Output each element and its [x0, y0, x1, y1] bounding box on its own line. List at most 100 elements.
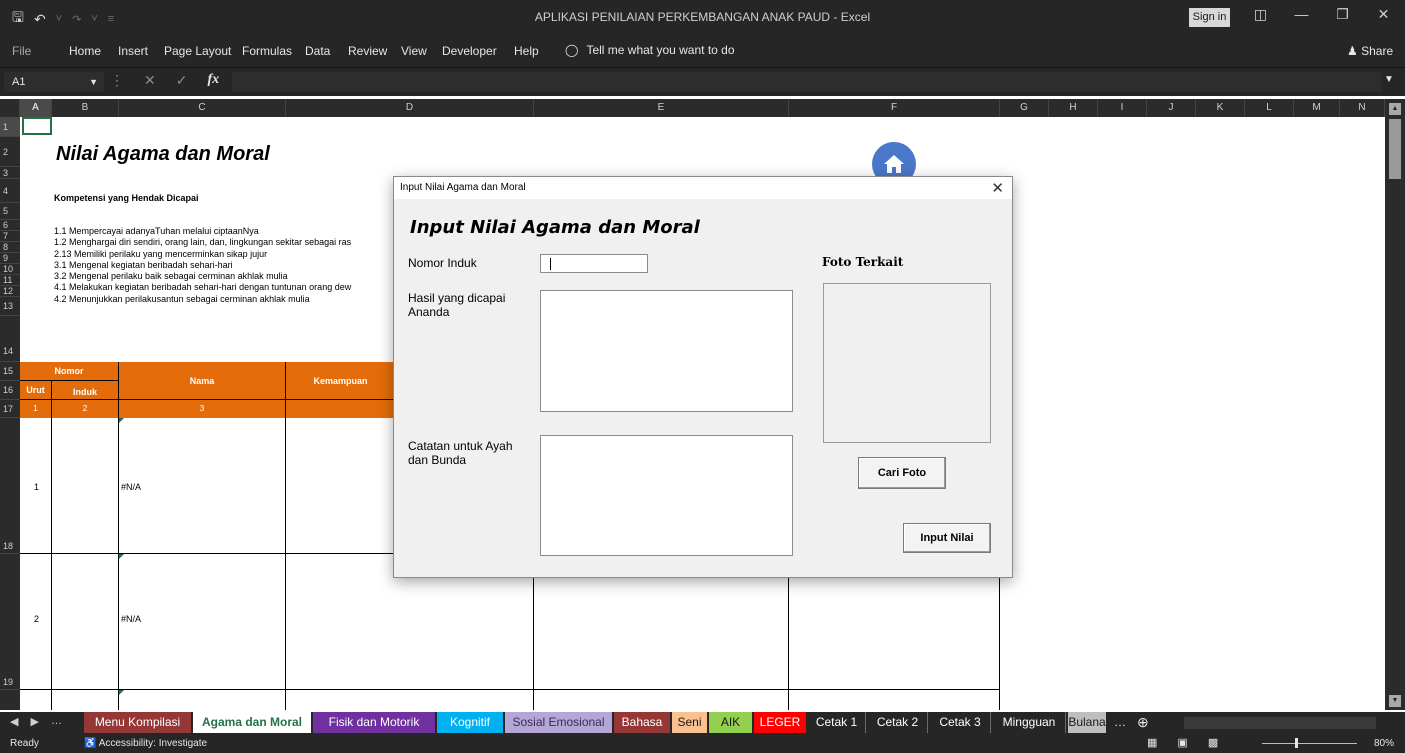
- tab-formulas[interactable]: Formulas: [242, 44, 292, 58]
- table-cell-urut[interactable]: [20, 690, 52, 710]
- column-header[interactable]: B: [52, 99, 119, 117]
- accessibility-status[interactable]: ♿ Accessibility: Investigate: [84, 738, 207, 749]
- column-header[interactable]: G: [1000, 99, 1049, 117]
- table-cell[interactable]: [534, 690, 789, 710]
- table-cell[interactable]: [286, 690, 534, 710]
- zoom-level[interactable]: 80%: [1374, 738, 1394, 749]
- column-header[interactable]: M: [1294, 99, 1340, 117]
- dialog-close-icon[interactable]: ✕: [991, 179, 1004, 197]
- table-cell-induk[interactable]: [52, 690, 119, 710]
- horizontal-scrollbar[interactable]: [1184, 717, 1376, 729]
- hasil-textarea[interactable]: [540, 290, 793, 412]
- more-tabs-icon[interactable]: …: [1108, 712, 1132, 733]
- tab-review[interactable]: Review: [348, 44, 387, 58]
- column-header[interactable]: J: [1147, 99, 1196, 117]
- sheet-tab[interactable]: Fisik dan Motorik: [313, 712, 435, 733]
- column-header[interactable]: D: [286, 99, 534, 117]
- row-header[interactable]: 10: [0, 264, 20, 275]
- close-icon[interactable]: ✕: [1363, 6, 1404, 23]
- page-break-view-icon[interactable]: ▩: [1208, 736, 1218, 749]
- row-header[interactable]: 11: [0, 275, 20, 286]
- select-all-corner[interactable]: [0, 99, 20, 117]
- column-header[interactable]: C: [119, 99, 286, 117]
- row-header[interactable]: 15: [0, 362, 20, 381]
- more-sheets-icon[interactable]: …: [51, 715, 62, 728]
- tab-page-layout[interactable]: Page Layout: [164, 44, 231, 58]
- scroll-down-icon[interactable]: ▼: [1389, 695, 1401, 707]
- table-cell-induk[interactable]: [52, 554, 119, 690]
- ribbon-display-icon[interactable]: ◫: [1240, 6, 1281, 23]
- sheet-tab[interactable]: Kognitif: [437, 712, 503, 733]
- sheet-tab[interactable]: AIK: [709, 712, 752, 733]
- next-sheet-icon[interactable]: ▶: [30, 715, 38, 728]
- table-cell-induk[interactable]: [52, 418, 119, 554]
- page-layout-view-icon[interactable]: ▣: [1177, 736, 1187, 749]
- row-header[interactable]: 3: [0, 167, 20, 179]
- sheet-tab[interactable]: Agama dan Moral: [193, 712, 311, 733]
- sheet-tab[interactable]: Bulana: [1068, 712, 1106, 733]
- name-box[interactable]: A1 ▼: [4, 72, 104, 92]
- nomor-induk-field[interactable]: [540, 254, 648, 273]
- sheet-tab[interactable]: Cetak 3: [930, 712, 991, 733]
- row-header[interactable]: 17: [0, 400, 20, 418]
- row-header[interactable]: 9: [0, 253, 20, 264]
- minimize-icon[interactable]: —: [1281, 6, 1322, 23]
- tab-insert[interactable]: Insert: [118, 44, 148, 58]
- row-header[interactable]: 5: [0, 203, 20, 220]
- sheet-tab[interactable]: Seni: [672, 712, 707, 733]
- tab-home[interactable]: Home: [69, 44, 101, 58]
- catatan-textarea[interactable]: [540, 435, 793, 556]
- sheet-tab[interactable]: Bahasa: [614, 712, 670, 733]
- column-header[interactable]: F: [789, 99, 1000, 117]
- vertical-scrollbar[interactable]: ▲ ▼: [1385, 99, 1405, 710]
- column-header[interactable]: I: [1098, 99, 1147, 117]
- table-cell-nama[interactable]: [119, 690, 286, 710]
- column-header[interactable]: L: [1245, 99, 1294, 117]
- tab-help[interactable]: Help: [514, 44, 539, 58]
- active-cell[interactable]: [22, 117, 52, 135]
- column-header[interactable]: H: [1049, 99, 1098, 117]
- cancel-icon[interactable]: ✕: [144, 72, 156, 89]
- row-header[interactable]: 14: [0, 316, 20, 362]
- table-cell-urut[interactable]: 1: [20, 418, 52, 554]
- expand-formula-icon[interactable]: ▼: [1384, 74, 1394, 85]
- add-sheet-icon[interactable]: ⊕: [1137, 714, 1149, 731]
- share-button[interactable]: ♟ Share: [1347, 44, 1393, 58]
- row-header[interactable]: 18: [0, 418, 20, 554]
- row-header[interactable]: 7: [0, 231, 20, 242]
- tell-me-search[interactable]: ◯ Tell me what you want to do: [565, 43, 735, 57]
- tab-view[interactable]: View: [401, 44, 427, 58]
- row-header[interactable]: 12: [0, 286, 20, 297]
- tab-data[interactable]: Data: [305, 44, 330, 58]
- sheet-tab[interactable]: Sosial Emosional: [505, 712, 612, 733]
- zoom-slider-knob[interactable]: [1295, 738, 1298, 748]
- tab-developer[interactable]: Developer: [442, 44, 497, 58]
- cari-foto-button[interactable]: Cari Foto: [858, 457, 946, 489]
- scroll-up-icon[interactable]: ▲: [1389, 103, 1401, 115]
- row-header[interactable]: 13: [0, 297, 20, 316]
- input-nilai-button[interactable]: Input Nilai: [903, 523, 991, 553]
- chevron-down-icon[interactable]: ▼: [89, 72, 98, 92]
- table-cell-urut[interactable]: 2: [20, 554, 52, 690]
- insert-function-icon[interactable]: fx: [207, 72, 219, 89]
- row-header[interactable]: 4: [0, 179, 20, 203]
- table-cell-nama[interactable]: #N/A: [119, 418, 286, 554]
- row-header[interactable]: 1: [0, 117, 20, 137]
- column-header[interactable]: N: [1340, 99, 1385, 117]
- tab-file[interactable]: File: [12, 44, 31, 58]
- sheet-tab[interactable]: LEGER: [754, 712, 806, 733]
- enter-icon[interactable]: ✓: [176, 72, 188, 89]
- sheet-tab[interactable]: Cetak 2: [868, 712, 928, 733]
- table-cell-nama[interactable]: #N/A: [119, 554, 286, 690]
- sheet-tab[interactable]: Cetak 1: [808, 712, 866, 733]
- column-header[interactable]: A: [20, 99, 52, 117]
- prev-sheet-icon[interactable]: ◀: [10, 715, 18, 728]
- sign-in-button[interactable]: Sign in: [1189, 8, 1230, 27]
- table-cell[interactable]: [789, 690, 1000, 710]
- column-header[interactable]: E: [534, 99, 789, 117]
- scroll-thumb[interactable]: [1389, 119, 1401, 179]
- formula-input[interactable]: [232, 72, 1382, 92]
- row-header[interactable]: 6: [0, 220, 20, 231]
- column-header[interactable]: K: [1196, 99, 1245, 117]
- sheet-tab[interactable]: Mingguan: [993, 712, 1066, 733]
